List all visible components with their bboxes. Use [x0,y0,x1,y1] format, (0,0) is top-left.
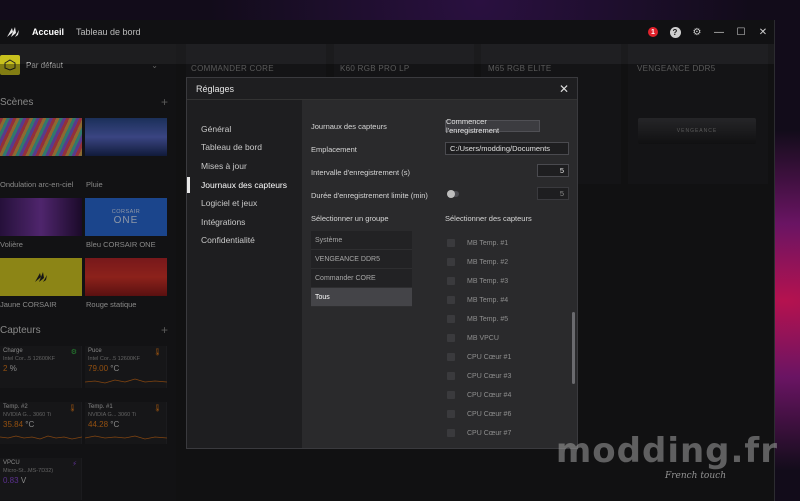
sensor-checkbox-row[interactable]: MB Temp. #5 [447,312,508,326]
close-window-button[interactable]: ✕ [752,20,774,44]
group-item-commander[interactable]: Commander CORE [311,269,412,288]
sensors-select-label: Sélectionner des capteurs [445,214,532,223]
settings-nav-dashboard[interactable]: Tableau de bord [187,139,302,155]
settings-nav: Général Tableau de bord Mises à jour Jou… [187,100,302,448]
tab-accueil[interactable]: Accueil [32,27,64,37]
start-recording-button[interactable]: Commencer l'enregistrement [445,117,540,135]
maximize-button[interactable]: ☐ [730,20,752,44]
help-button[interactable]: ? [664,20,686,44]
sensor-logs-panel: Journaux des capteurs Commencer l'enregi… [302,100,577,448]
limit-input[interactable]: 5 [537,187,569,200]
top-bar: Accueil Tableau de bord 1 ? ⚙ — ☐ ✕ [0,20,774,44]
checkbox[interactable] [447,239,455,247]
limit-toggle[interactable] [447,190,459,198]
watermark-tagline: French touch [664,471,726,481]
minimize-icon: — [714,26,724,38]
group-item-system[interactable]: Système [311,231,412,250]
watermark: modding.fr French touch [556,431,786,491]
settings-nav-updates[interactable]: Mises à jour [187,158,302,174]
minimize-button[interactable]: — [708,20,730,44]
checkbox[interactable] [447,353,455,361]
gear-icon: ⚙ [692,26,702,38]
checkbox[interactable] [447,296,455,304]
checkbox[interactable] [447,258,455,266]
maximize-icon: ☐ [736,26,746,38]
sensor-checkbox-row[interactable]: MB Temp. #4 [447,293,508,307]
checkbox[interactable] [447,391,455,399]
settings-nav-general[interactable]: Général [187,121,302,137]
close-icon: ✕ [758,26,768,38]
group-item-all[interactable]: Tous [311,288,412,307]
sensor-checkbox-row[interactable]: MB Temp. #3 [447,274,508,288]
dialog-title: Réglages [196,83,235,94]
help-icon: ? [669,26,681,38]
group-item-vengeance[interactable]: VENGEANCE DDR5 [311,250,412,269]
checkbox[interactable] [447,334,455,342]
limit-label: Durée d'enregistrement limite (min) [311,191,428,200]
checkbox[interactable] [447,372,455,380]
sensor-checkbox-row[interactable]: CPU Cœur #3 [447,369,511,383]
settings-nav-privacy[interactable]: Confidentialité [187,232,302,248]
interval-label: Intervalle d'enregistrement (s) [311,168,410,177]
sensor-checkbox-row[interactable]: MB VPCU [447,331,499,345]
checkbox[interactable] [447,277,455,285]
sensor-checkbox-row[interactable]: CPU Cœur #4 [447,388,511,402]
corsair-logo-icon [4,23,22,41]
group-list: Système VENGEANCE DDR5 Commander CORE To… [311,231,412,307]
checkbox[interactable] [447,410,455,418]
settings-dialog: Réglages ✕ Général Tableau de bord Mises… [186,77,578,449]
sensor-checkbox-row[interactable]: CPU Cœur #6 [447,407,511,421]
close-icon[interactable]: ✕ [559,82,569,96]
settings-nav-integrations[interactable]: Intégrations [187,214,302,230]
checkbox[interactable] [447,315,455,323]
settings-nav-software-games[interactable]: Logiciel et jeux [187,195,302,211]
location-input[interactable]: C:/Users/modding/Documents [445,142,569,155]
checkbox[interactable] [447,429,455,437]
sensor-checkbox-row[interactable]: MB Temp. #2 [447,255,508,269]
group-label: Sélectionner un groupe [311,214,389,223]
sensor-checkbox-row[interactable]: MB Temp. #1 [447,236,508,250]
notifications-button[interactable]: 1 [642,20,664,44]
sensor-checkbox-row[interactable]: CPU Cœur #1 [447,350,511,364]
location-label: Emplacement [311,145,357,154]
settings-nav-sensor-logs[interactable]: Journaux des capteurs [187,177,302,193]
watermark-brand: modding.fr [555,431,778,471]
dialog-header: Réglages ✕ [187,78,577,100]
notification-badge: 1 [648,27,658,37]
sensor-checkbox-row[interactable]: CPU Cœur #7 [447,426,511,440]
tab-tableau-de-bord[interactable]: Tableau de bord [76,27,141,37]
interval-input[interactable]: 5 [537,164,569,177]
sensor-list-scrollbar[interactable] [572,312,575,384]
settings-button[interactable]: ⚙ [686,20,708,44]
sensor-logs-label: Journaux des capteurs [311,122,387,131]
